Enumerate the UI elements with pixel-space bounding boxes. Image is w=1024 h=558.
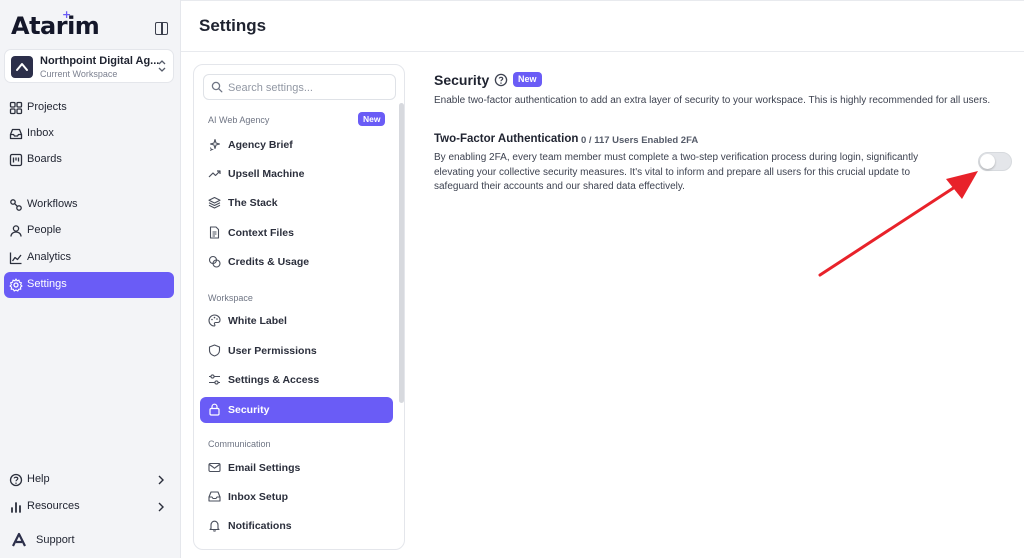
help-circle-icon xyxy=(9,473,23,487)
nav-label: Help xyxy=(27,473,50,485)
section-title-communication: Communication xyxy=(208,439,271,449)
chevron-right-icon xyxy=(158,502,164,512)
settings-item-notifications[interactable]: Notifications xyxy=(200,513,393,539)
settings-item-settings-access[interactable]: Settings & Access xyxy=(200,367,393,393)
sparkle-icon xyxy=(209,138,221,151)
nav-inbox[interactable]: Inbox xyxy=(4,121,174,147)
nav-boards[interactable]: Boards xyxy=(4,147,174,173)
settings-item-label: Credits & Usage xyxy=(228,256,310,268)
nav-label: Inbox xyxy=(27,127,54,139)
settings-item-label: The Stack xyxy=(228,197,278,209)
two-factor-user-count: 0 / 117 Users Enabled 2FA xyxy=(581,135,699,146)
palette-icon xyxy=(208,314,221,327)
settings-item-label: Context Files xyxy=(228,227,294,239)
shield-icon xyxy=(208,344,221,357)
workspace-switcher[interactable]: Northpoint Digital Ag... Current Workspa… xyxy=(4,49,174,83)
settings-item-security[interactable]: Security xyxy=(200,397,393,423)
help-circle-icon[interactable] xyxy=(494,73,508,87)
settings-item-label: Agency Brief xyxy=(228,139,293,151)
board-icon xyxy=(9,153,23,167)
new-badge: New xyxy=(513,72,542,87)
settings-item-context-files[interactable]: Context Files xyxy=(200,220,393,246)
nav-label: Projects xyxy=(27,101,67,113)
mail-icon xyxy=(208,462,221,473)
settings-item-agency-brief[interactable]: Agency Brief xyxy=(200,132,393,158)
nav-resources[interactable]: Resources xyxy=(4,494,174,520)
settings-item-user-permissions[interactable]: User Permissions xyxy=(200,338,393,364)
settings-item-the-stack[interactable]: The Stack xyxy=(200,190,393,216)
atarim-logo[interactable]: Atarim + xyxy=(11,8,100,40)
chevron-up-down-icon xyxy=(158,58,166,75)
nav-label: Analytics xyxy=(27,251,72,263)
sliders-icon xyxy=(209,374,220,385)
collapse-sidebar-icon[interactable] xyxy=(155,22,168,35)
workflow-icon xyxy=(10,199,22,211)
nav-settings[interactable]: Settings xyxy=(4,272,174,298)
workspace-avatar xyxy=(11,56,33,78)
nav-label: Boards xyxy=(27,153,62,165)
chevron-right-icon xyxy=(158,475,164,485)
logo-text: Atarim xyxy=(11,12,100,40)
section-title-workspace: Workspace xyxy=(208,293,253,303)
settings-item-white-label[interactable]: White Label xyxy=(200,308,393,334)
nav-label: People xyxy=(27,224,62,236)
two-factor-title: Two-Factor Authentication xyxy=(434,133,579,145)
security-description: Enable two-factor authentication to add … xyxy=(434,95,991,106)
nav-label: Workflows xyxy=(27,198,78,210)
annotation-arrow-icon xyxy=(818,171,978,277)
search-icon xyxy=(211,81,223,93)
settings-item-label: Email Settings xyxy=(228,462,301,474)
nav-label: Settings xyxy=(27,278,67,290)
person-icon xyxy=(10,225,22,237)
chart-icon xyxy=(9,252,22,265)
inbox-icon xyxy=(9,128,23,140)
nav-projects[interactable]: Projects xyxy=(4,95,174,121)
coins-icon xyxy=(208,255,221,268)
page-title: Settings xyxy=(199,16,267,35)
settings-item-label: Inbox Setup xyxy=(228,491,289,503)
search-box[interactable] xyxy=(203,74,396,100)
settings-item-upsell-machine[interactable]: Upsell Machine xyxy=(200,161,393,187)
support-button[interactable]: Support xyxy=(4,528,174,552)
scrollbar[interactable] xyxy=(399,103,404,403)
grid-icon xyxy=(9,101,23,115)
gear-icon xyxy=(9,278,23,292)
settings-item-label: User Permissions xyxy=(228,345,317,357)
header-divider xyxy=(181,51,1024,52)
settings-item-email-settings[interactable]: Email Settings xyxy=(200,455,393,481)
nav-label: Resources xyxy=(27,500,80,512)
nav-workflows[interactable]: Workflows xyxy=(4,192,174,218)
trending-up-icon xyxy=(208,170,221,178)
app-sidebar: Atarim + Northpoint Digital Ag... Curren… xyxy=(0,0,181,558)
nav-help[interactable]: Help xyxy=(4,467,174,493)
settings-item-label: White Label xyxy=(228,315,287,327)
inbox-icon xyxy=(208,491,221,502)
workspace-subtitle: Current Workspace xyxy=(40,69,118,79)
settings-nav-panel: AI Web Agency New Agency Brief Upsell Ma… xyxy=(193,64,405,550)
logo-spark-icon: + xyxy=(62,8,71,21)
file-icon xyxy=(209,226,220,239)
top-divider xyxy=(181,0,1024,1)
settings-item-label: Upsell Machine xyxy=(228,168,305,180)
nav-people[interactable]: People xyxy=(4,218,174,244)
settings-item-credits-usage[interactable]: Credits & Usage xyxy=(200,249,393,275)
layers-icon xyxy=(208,196,221,209)
security-heading: Security xyxy=(434,72,490,88)
support-label: Support xyxy=(36,534,75,546)
nav-analytics[interactable]: Analytics xyxy=(4,245,174,271)
settings-item-label: Security xyxy=(228,404,270,416)
new-badge: New xyxy=(358,112,386,126)
section-title-ai-web-agency: AI Web Agency xyxy=(208,115,270,125)
workspace-name: Northpoint Digital Ag... xyxy=(40,55,160,67)
settings-item-label: Settings & Access xyxy=(228,374,320,386)
settings-item-inbox-setup[interactable]: Inbox Setup xyxy=(200,484,393,510)
settings-item-label: Notifications xyxy=(228,520,292,532)
search-input[interactable] xyxy=(228,79,388,96)
bar-chart-icon xyxy=(11,502,21,513)
atarim-a-icon xyxy=(12,532,26,547)
lock-icon xyxy=(209,403,220,416)
bell-icon xyxy=(209,520,220,532)
